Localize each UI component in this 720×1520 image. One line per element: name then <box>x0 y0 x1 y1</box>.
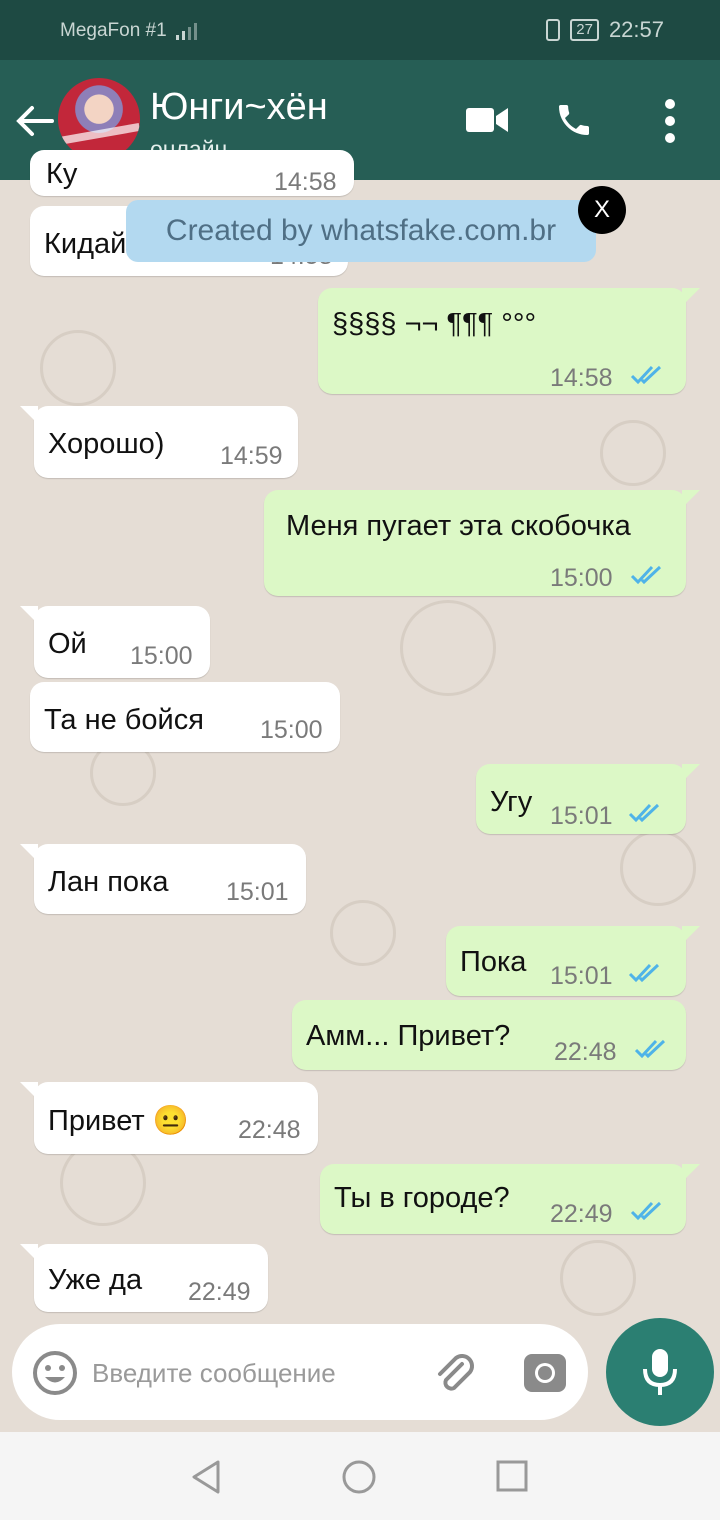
message-text: Уже да <box>48 1264 143 1296</box>
message-text: Хорошо) <box>48 428 165 460</box>
vibrate-icon <box>546 19 561 41</box>
message-bubble-incoming[interactable]: Ой 15:00 <box>20 606 210 678</box>
message-time: 15:00 <box>550 564 613 592</box>
message-time: 14:58 <box>550 364 613 392</box>
message-text: Кидай <box>44 228 127 260</box>
read-ticks-icon <box>628 963 660 983</box>
message-bubble-incoming[interactable]: Хорошо) 14:59 <box>20 406 298 478</box>
nav-back-icon[interactable] <box>188 1458 224 1496</box>
message-time: 22:49 <box>550 1200 613 1228</box>
message-text: Лан пока <box>48 866 169 898</box>
message-text: Ой <box>48 628 87 660</box>
message-composer[interactable]: Введите сообщение <box>12 1324 588 1420</box>
emoji-icon[interactable] <box>32 1350 78 1396</box>
battery-indicator: 27 <box>570 19 599 41</box>
status-bar: MegaFon #1 27 22:57 <box>0 0 720 60</box>
message-bubble-outgoing[interactable]: Угу 15:01 <box>476 764 700 834</box>
nav-home-icon[interactable] <box>340 1458 378 1496</box>
message-text: Ты в городе? <box>334 1182 510 1214</box>
message-bubble-incoming[interactable]: Ку 14:58 <box>30 150 354 196</box>
message-time: 14:59 <box>220 442 283 470</box>
watermark-text: Created by whatsfake.com.br <box>165 214 557 247</box>
back-arrow-icon[interactable] <box>14 104 54 138</box>
message-bubble-incoming[interactable]: Та не бойся 15:00 <box>30 682 340 752</box>
message-text: §§§§ ¬¬ ¶¶¶ °°° <box>332 308 537 340</box>
phone-icon[interactable] <box>554 100 594 140</box>
read-ticks-icon <box>634 1039 666 1059</box>
video-call-icon[interactable] <box>466 106 508 134</box>
watermark-close-button[interactable]: X <box>578 186 626 234</box>
message-time: 15:01 <box>226 878 289 906</box>
status-time: 22:57 <box>608 17 664 42</box>
message-bubble-outgoing[interactable]: Пока 15:01 <box>446 926 700 996</box>
read-ticks-icon <box>630 365 662 385</box>
message-bubble-incoming[interactable]: Привет 😐 22:48 <box>20 1082 318 1154</box>
message-time: 22:48 <box>554 1038 617 1066</box>
message-time: 15:01 <box>550 802 613 830</box>
message-text: Та не бойся <box>44 704 204 736</box>
message-text: Привет 😐 <box>48 1105 189 1137</box>
avatar[interactable] <box>58 78 140 160</box>
attach-icon[interactable] <box>432 1350 478 1396</box>
nav-recents-icon[interactable] <box>494 1458 530 1494</box>
message-text: Угу <box>490 786 533 818</box>
mic-button[interactable] <box>606 1318 714 1426</box>
message-time: 22:49 <box>188 1278 251 1306</box>
message-bubble-incoming[interactable]: Лан пока 15:01 <box>20 844 306 914</box>
message-time: 15:00 <box>130 642 193 670</box>
message-time: 14:58 <box>274 168 337 196</box>
read-ticks-icon <box>630 565 662 585</box>
mic-icon <box>643 1349 677 1395</box>
contact-name[interactable]: Юнги~хён <box>150 86 328 129</box>
message-text: Пока <box>460 946 527 978</box>
message-time: 15:01 <box>550 962 613 990</box>
read-ticks-icon <box>630 1201 662 1221</box>
message-text: Меня пугает эта скобочка <box>286 510 631 542</box>
message-time: 15:00 <box>260 716 323 744</box>
message-input[interactable]: Введите сообщение <box>92 1358 336 1389</box>
message-bubble-outgoing[interactable]: Меня пугает эта скобочка 15:00 <box>264 490 700 596</box>
read-ticks-icon <box>628 803 660 823</box>
message-text: Амм... Привет? <box>306 1020 511 1052</box>
camera-icon[interactable] <box>522 1350 568 1396</box>
message-bubble-outgoing[interactable]: Ты в городе? 22:49 <box>320 1164 700 1234</box>
system-nav-bar <box>0 1432 720 1520</box>
message-bubble-incoming[interactable]: Уже да 22:49 <box>20 1244 268 1312</box>
more-vert-icon[interactable] <box>662 98 678 144</box>
carrier-label: MegaFon #1 <box>60 20 167 41</box>
message-text: Ку <box>46 158 78 190</box>
signal-icon <box>176 22 197 40</box>
watermark-banner: Created by whatsfake.com.br <box>126 200 596 262</box>
message-bubble-outgoing[interactable]: §§§§ ¬¬ ¶¶¶ °°° 14:58 <box>318 288 700 394</box>
message-bubble-outgoing[interactable]: Амм... Привет? 22:48 <box>292 1000 686 1070</box>
message-time: 22:48 <box>238 1116 301 1144</box>
